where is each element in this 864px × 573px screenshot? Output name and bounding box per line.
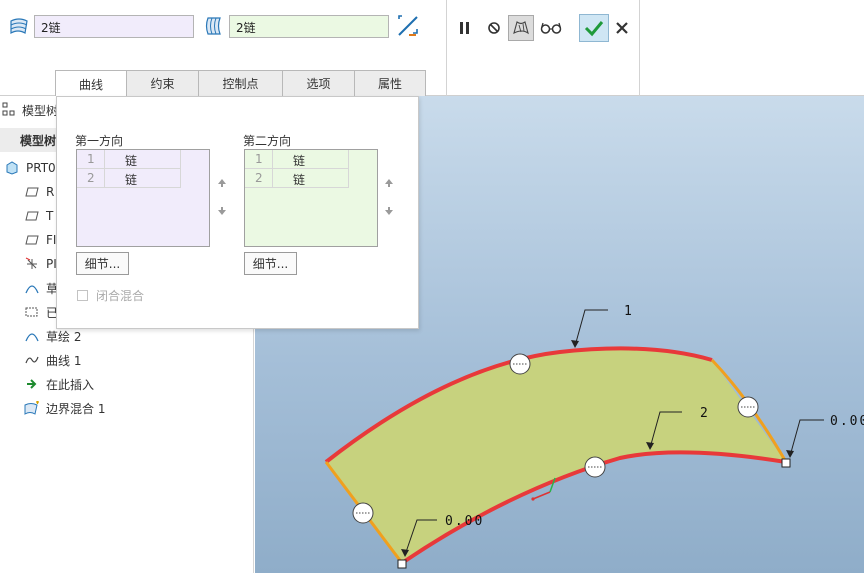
tree-item-label: PRT0: [26, 161, 56, 175]
cancel-x-icon[interactable]: [609, 15, 635, 41]
list-item[interactable]: 1 链: [77, 150, 209, 169]
first-direction-list[interactable]: 1 链 2 链: [76, 149, 210, 247]
no-preview-icon[interactable]: [481, 15, 507, 41]
second-direction-title: 第二方向: [243, 134, 292, 148]
second-direction-list[interactable]: 1 链 2 链: [244, 149, 378, 247]
pause-icon[interactable]: [452, 15, 478, 41]
vertex-marker[interactable]: [397, 559, 407, 569]
toolbar-divider-right: [639, 0, 640, 96]
chain-label-2: 2: [700, 406, 708, 421]
first-direction-collector[interactable]: 2链: [34, 15, 194, 38]
tree-item-sketch[interactable]: 草: [24, 278, 58, 298]
boundary-handle[interactable]: [737, 396, 759, 418]
move-up-arrow-icon[interactable]: [382, 176, 396, 190]
curve-icon: [24, 352, 40, 368]
tab-curves[interactable]: 曲线: [55, 70, 127, 97]
tree-item-label: FI: [46, 233, 57, 247]
row-value: 链: [105, 169, 181, 188]
tab-options[interactable]: 选项: [282, 70, 355, 96]
part-icon: [4, 160, 20, 176]
insert-here-arrow-icon: [24, 376, 40, 392]
second-direction-collector[interactable]: 2链: [229, 15, 389, 38]
verify-glasses-icon[interactable]: [538, 15, 564, 41]
tree-item-label: T: [46, 209, 54, 223]
boundary-handle[interactable]: [352, 502, 374, 524]
list-item[interactable]: 1 链: [245, 150, 377, 169]
ok-checkmark-icon[interactable]: [579, 14, 609, 42]
hidden-feature-icon: [24, 304, 40, 320]
tree-item-datum-right[interactable]: R: [24, 182, 54, 202]
leader-line-1: [574, 309, 608, 347]
datum-plane-icon: [24, 208, 40, 224]
list-item[interactable]: 2 链: [245, 169, 377, 188]
tree-item-label: 在此插入: [46, 377, 95, 392]
row-number: 2: [245, 169, 273, 188]
row-number: 1: [77, 150, 105, 169]
tab-properties[interactable]: 属性: [354, 70, 426, 96]
csys-icon: [24, 256, 40, 272]
datum-plane-icon: [24, 232, 40, 248]
move-down-arrow-icon[interactable]: [215, 204, 229, 218]
row-value: 链: [105, 150, 181, 169]
boundary-blend-dashboard: 2链 2链 曲线 约束 控制点 选项 属性: [0, 0, 864, 97]
tree-item-label: R: [46, 185, 55, 199]
boundary-handle[interactable]: [509, 353, 531, 375]
second-direction-icon[interactable]: [203, 15, 225, 37]
leader-arrow-1: [571, 340, 579, 348]
tree-item-curve-1[interactable]: 曲线 1: [24, 350, 81, 370]
tree-item-insert-here[interactable]: 在此插入: [24, 374, 94, 394]
tree-item-label: 边界混合 1: [46, 401, 106, 416]
dashboard-tabs: 曲线 约束 控制点 选项 属性: [55, 70, 426, 97]
second-direction-details-button[interactable]: 细节...: [244, 252, 297, 275]
row-value: 链: [273, 150, 349, 169]
tree-item-label: 曲线 1: [46, 353, 82, 368]
geometry-preview-icon[interactable]: [508, 15, 534, 41]
approximate-blend-icon[interactable]: [396, 13, 420, 39]
row-value: 链: [273, 169, 349, 188]
tab-control-points[interactable]: 控制点: [198, 70, 283, 96]
tangency-value-left[interactable]: 0.00: [445, 514, 484, 529]
tree-item-sketch-2[interactable]: 草绘 2: [24, 326, 81, 346]
boundary-handle[interactable]: [584, 456, 606, 478]
move-up-arrow-icon[interactable]: [215, 176, 229, 190]
list-item[interactable]: 2 链: [77, 169, 209, 188]
first-direction-details-button[interactable]: 细节...: [76, 252, 129, 275]
row-number: 1: [245, 150, 273, 169]
model-tree-header: 模型树: [2, 102, 58, 119]
closed-blend-checkbox[interactable]: 闭合混合: [77, 287, 144, 304]
tree-item-label: 草绘 2: [46, 329, 82, 344]
curves-panel: 第一方向 1 链 2 链 细节... 第二方向 1 链 2 链 细节... 闭合…: [56, 96, 419, 329]
tree-item-datum-top[interactable]: T: [24, 206, 53, 226]
sketch-icon: [24, 328, 40, 344]
first-direction-icon[interactable]: [8, 15, 30, 37]
model-tree-title: 模型树: [22, 104, 59, 118]
row-number: 2: [77, 169, 105, 188]
tab-constraints[interactable]: 约束: [126, 70, 199, 96]
boundary-blend-icon: [24, 400, 40, 416]
tree-layout-icon[interactable]: [2, 102, 16, 119]
checkbox-box[interactable]: [77, 290, 88, 301]
move-down-arrow-icon[interactable]: [382, 204, 396, 218]
tree-item-hidden[interactable]: 已: [24, 302, 58, 322]
leader-line-right: [789, 419, 824, 457]
datum-plane-icon: [24, 184, 40, 200]
toolbar-divider: [446, 0, 447, 96]
tangency-value-right[interactable]: 0.00: [830, 414, 864, 429]
tree-item-csys[interactable]: PI: [24, 254, 57, 274]
first-direction-title: 第一方向: [75, 134, 124, 148]
leader-arrow-right: [786, 450, 794, 458]
sketch-icon: [24, 280, 40, 296]
tree-item-part[interactable]: PRT0: [4, 158, 56, 178]
closed-blend-label: 闭合混合: [96, 289, 145, 303]
tree-item-boundary-blend-1[interactable]: 边界混合 1: [24, 398, 105, 418]
vertex-marker[interactable]: [781, 458, 791, 468]
tree-item-datum-front[interactable]: FI: [24, 230, 56, 250]
chain-label-1: 1: [624, 304, 632, 319]
